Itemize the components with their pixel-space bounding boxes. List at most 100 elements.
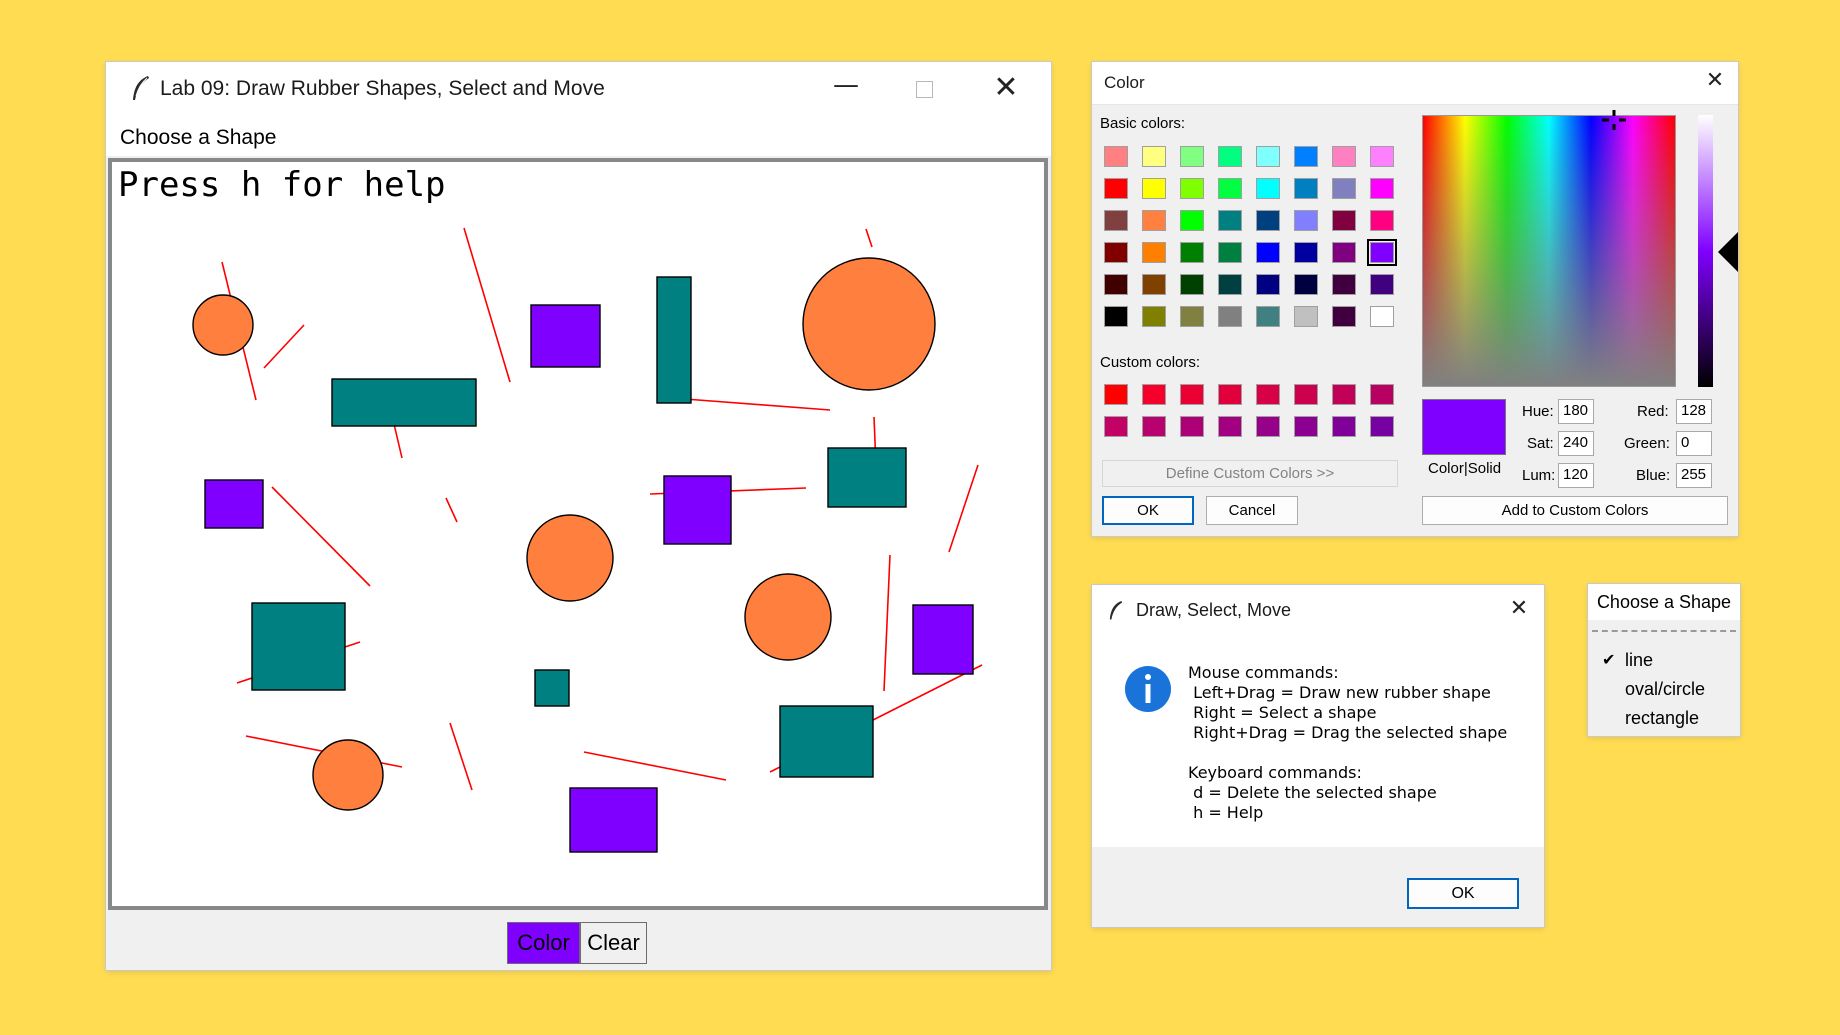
rectangle-shape[interactable] (779, 705, 874, 778)
color-swatch[interactable] (1370, 274, 1394, 295)
color-swatch[interactable] (1294, 146, 1318, 167)
color-swatch[interactable] (1294, 416, 1318, 437)
rectangle-shape[interactable] (663, 475, 732, 545)
color-swatch[interactable] (1294, 178, 1318, 199)
circle-shape[interactable] (312, 739, 384, 811)
circle-shape[interactable] (744, 573, 832, 661)
rectangle-shape[interactable] (530, 304, 601, 368)
color-swatch[interactable] (1332, 274, 1356, 295)
color-swatch[interactable] (1104, 274, 1128, 295)
color-swatch[interactable] (1294, 384, 1318, 405)
line-shape[interactable] (684, 398, 831, 411)
line-shape[interactable] (263, 324, 305, 369)
color-swatch[interactable] (1332, 416, 1356, 437)
color-swatch[interactable] (1180, 210, 1204, 231)
color-swatch[interactable] (1104, 146, 1128, 167)
color-swatch[interactable] (1218, 146, 1242, 167)
rectangle-shape[interactable] (534, 669, 570, 707)
color-swatch[interactable] (1218, 416, 1242, 437)
close-icon[interactable]: ✕ (1504, 596, 1534, 621)
menu-choose-shape[interactable]: Choose a Shape (120, 126, 276, 150)
color-swatch[interactable] (1142, 178, 1166, 199)
color-swatch[interactable] (1294, 242, 1318, 263)
define-custom-colors-button[interactable]: Define Custom Colors >> (1102, 460, 1398, 487)
lum-field[interactable]: 120 (1558, 463, 1594, 488)
circle-shape[interactable] (802, 257, 936, 391)
close-icon[interactable]: ✕ (986, 70, 1026, 105)
color-swatch[interactable] (1370, 384, 1394, 405)
color-swatch[interactable] (1256, 274, 1280, 295)
color-swatch[interactable] (1218, 242, 1242, 263)
maximize-icon[interactable] (916, 81, 933, 98)
color-dialog-titlebar[interactable]: Color ✕ (1092, 62, 1738, 105)
crosshair-icon[interactable] (1600, 110, 1628, 134)
color-swatch[interactable] (1294, 210, 1318, 231)
add-to-custom-colors-button[interactable]: Add to Custom Colors (1422, 496, 1728, 525)
close-icon[interactable]: ✕ (1700, 68, 1730, 93)
color-swatch[interactable] (1256, 416, 1280, 437)
rectangle-shape[interactable] (569, 787, 658, 853)
color-swatch[interactable] (1180, 242, 1204, 263)
color-swatch[interactable] (1332, 242, 1356, 263)
drawing-canvas[interactable]: Press h for help (108, 158, 1048, 910)
color-swatch[interactable] (1218, 274, 1242, 295)
color-swatch[interactable] (1180, 306, 1204, 327)
line-shape[interactable] (445, 497, 458, 523)
rectangle-shape[interactable] (251, 602, 346, 691)
line-shape[interactable] (393, 423, 403, 459)
color-swatch[interactable] (1367, 239, 1397, 266)
menu-item-oval-circle[interactable]: oval/circle (1625, 679, 1705, 700)
color-swatch[interactable] (1218, 384, 1242, 405)
color-swatch[interactable] (1180, 384, 1204, 405)
color-swatch[interactable] (1256, 242, 1280, 263)
circle-shape[interactable] (192, 294, 254, 356)
color-swatch[interactable] (1180, 178, 1204, 199)
color-swatch[interactable] (1256, 384, 1280, 405)
color-swatch[interactable] (1332, 146, 1356, 167)
color-swatch[interactable] (1218, 178, 1242, 199)
main-titlebar[interactable]: Lab 09: Draw Rubber Shapes, Select and M… (106, 62, 1051, 116)
rectangle-shape[interactable] (331, 378, 477, 427)
color-swatch[interactable] (1104, 210, 1128, 231)
line-shape[interactable] (865, 228, 873, 248)
color-swatch[interactable] (1256, 146, 1280, 167)
color-swatch[interactable] (1294, 306, 1318, 327)
tearoff-separator[interactable] (1592, 630, 1736, 632)
clear-button[interactable]: Clear (580, 922, 647, 964)
color-swatch[interactable] (1370, 210, 1394, 231)
ok-button[interactable]: OK (1102, 496, 1194, 525)
color-swatch[interactable] (1256, 210, 1280, 231)
color-swatch[interactable] (1332, 384, 1356, 405)
ok-button[interactable]: OK (1407, 878, 1519, 909)
color-swatch[interactable] (1370, 416, 1394, 437)
line-shape[interactable] (583, 751, 727, 781)
line-shape[interactable] (883, 554, 891, 692)
color-swatch[interactable] (1142, 146, 1166, 167)
line-shape[interactable] (463, 227, 511, 383)
line-shape[interactable] (948, 464, 979, 553)
color-button[interactable]: Color (507, 922, 580, 964)
color-swatch[interactable] (1370, 146, 1394, 167)
color-swatch[interactable] (1256, 178, 1280, 199)
rectangle-shape[interactable] (204, 479, 264, 529)
color-swatch[interactable] (1332, 210, 1356, 231)
color-swatch[interactable] (1104, 178, 1128, 199)
color-swatch[interactable] (1218, 306, 1242, 327)
color-swatch[interactable] (1332, 178, 1356, 199)
luminance-arrow-icon[interactable] (1718, 232, 1738, 272)
color-swatch[interactable] (1142, 274, 1166, 295)
color-swatch[interactable] (1332, 306, 1356, 327)
color-swatch[interactable] (1104, 242, 1128, 263)
color-swatch[interactable] (1104, 384, 1128, 405)
color-swatch[interactable] (1142, 210, 1166, 231)
color-spectrum[interactable] (1422, 115, 1676, 387)
color-swatch[interactable] (1104, 306, 1128, 327)
circle-shape[interactable] (526, 514, 614, 602)
minimize-icon[interactable]: — (826, 70, 866, 100)
help-dialog-titlebar[interactable]: Draw, Select, Move ✕ (1092, 585, 1544, 637)
menu-item-rectangle[interactable]: rectangle (1625, 708, 1699, 729)
color-swatch[interactable] (1256, 306, 1280, 327)
menu-item-line[interactable]: line (1625, 650, 1653, 671)
color-swatch[interactable] (1104, 416, 1128, 437)
rectangle-shape[interactable] (656, 276, 692, 404)
